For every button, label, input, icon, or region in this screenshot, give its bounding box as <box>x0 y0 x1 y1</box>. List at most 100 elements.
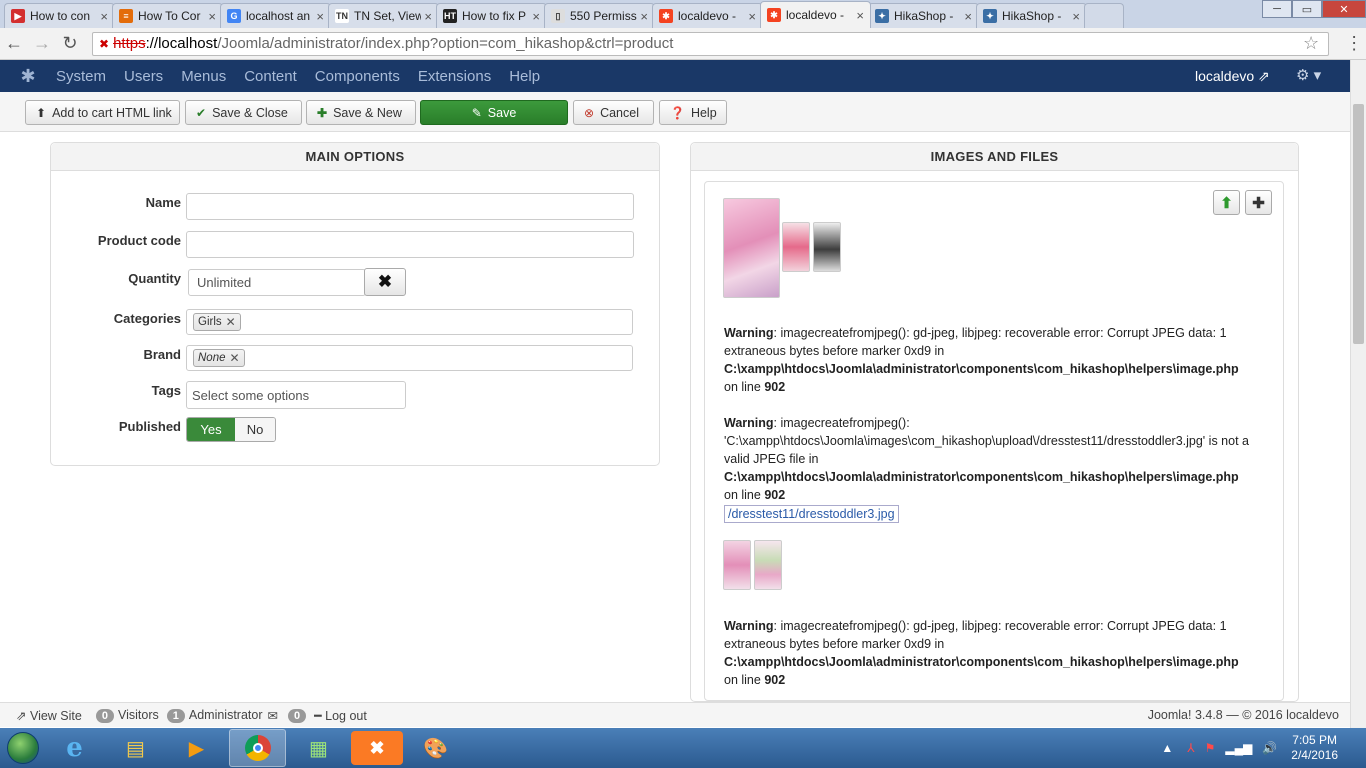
browser-tab-10[interactable]: ✦ HikaShop - × <box>976 3 1087 28</box>
brand-chip-label: None <box>198 352 226 364</box>
start-button[interactable] <box>0 729 46 767</box>
minimize-button[interactable]: ─ <box>1262 0 1292 18</box>
categories-field[interactable]: Girls ✕ <box>186 309 633 335</box>
flag-icon[interactable]: ⚑ <box>1205 741 1216 755</box>
browser-tab-6[interactable]: ▯ 550 Permiss × <box>544 3 655 28</box>
browser-tab-4[interactable]: TN TN Set, View, Ch× <box>328 3 439 28</box>
browser-tab-title: localdevo - <box>786 8 845 22</box>
back-icon[interactable]: ← <box>0 33 28 54</box>
remove-category-icon[interactable]: ✕ <box>226 315 236 329</box>
cancel-button[interactable]: ⊗ Cancel <box>573 100 654 125</box>
admin-indicator[interactable]: 1 Administrator <box>166 708 263 723</box>
file-thumbnail-2[interactable] <box>754 540 782 590</box>
file-explorer-icon[interactable]: ▤ <box>107 729 164 767</box>
remove-brand-icon[interactable]: ✕ <box>230 351 240 365</box>
brand-field[interactable]: None ✕ <box>186 345 633 371</box>
close-tab-icon[interactable]: × <box>208 9 216 24</box>
nav-extensions[interactable]: Extensions <box>418 68 491 85</box>
nav-help[interactable]: Help <box>509 68 540 85</box>
product-code-field[interactable] <box>186 231 634 258</box>
nav-menus[interactable]: Menus <box>181 68 226 85</box>
close-tab-icon[interactable]: × <box>1072 9 1080 24</box>
chrome-menu-icon[interactable]: ⋮ <box>1345 33 1363 54</box>
maximize-button[interactable]: ▭ <box>1292 0 1322 18</box>
show-hidden-icons[interactable]: ▲ <box>1161 741 1173 755</box>
window-controls: ─ ▭ ✕ <box>1262 0 1366 18</box>
close-tab-icon[interactable]: × <box>532 9 540 24</box>
upload-icon: ⬆ <box>36 105 47 120</box>
scrollbar-thumb[interactable] <box>1353 104 1364 344</box>
product-image-dress-pink[interactable] <box>723 198 780 298</box>
youtube-favicon-icon: ▶ <box>11 9 25 23</box>
brand-label: Brand <box>143 347 181 362</box>
product-image-dress-black[interactable] <box>813 222 841 272</box>
close-tab-icon[interactable]: × <box>748 9 756 24</box>
xampp-icon[interactable]: ✖ <box>351 731 403 765</box>
internet-explorer-icon[interactable]: e <box>46 729 103 767</box>
nav-components[interactable]: Components <box>315 68 400 85</box>
view-site-link[interactable]: ⇗ View Site <box>16 708 82 723</box>
media-player-icon[interactable]: ▶ <box>168 729 225 767</box>
published-no-button[interactable]: No <box>235 418 275 441</box>
browser-tab-2[interactable]: ≡ How To Cor × <box>112 3 223 28</box>
browser-tab-3[interactable]: Glocalhost an × <box>220 3 331 28</box>
help-button[interactable]: ❓ Help <box>659 100 727 125</box>
close-window-button[interactable]: ✕ <box>1322 0 1366 18</box>
tags-field[interactable]: Select some options <box>186 381 406 409</box>
bookmark-star-icon[interactable]: ☆ <box>1303 33 1319 54</box>
browser-tab-9[interactable]: ✦ HikaShop - × <box>868 3 979 28</box>
warning-line-text: on line <box>724 488 765 502</box>
product-code-label: Product code <box>97 233 181 248</box>
tn-favicon-icon: TN <box>335 9 349 23</box>
close-tab-icon[interactable]: × <box>424 9 432 24</box>
gear-icon[interactable]: ⚙ ▾ <box>1296 66 1321 84</box>
quantity-label: Quantity <box>128 271 181 286</box>
product-image-dress-red[interactable] <box>782 222 810 272</box>
edit-icon: ✎ <box>471 105 482 120</box>
close-tab-icon[interactable]: × <box>640 9 648 24</box>
clock[interactable]: 7:05 PM 2/4/2016 <box>1291 733 1338 763</box>
save-new-button[interactable]: ✚ Save & New <box>306 100 416 125</box>
new-tab-button[interactable] <box>1084 3 1124 28</box>
joomla-logo-icon[interactable]: ✱ <box>0 66 56 87</box>
network-icon[interactable]: ▂▄▆ <box>1225 741 1252 755</box>
main-options-panel: MAIN OPTIONS Name Product code Quantity … <box>50 142 660 466</box>
visitors-indicator[interactable]: 0 Visitors <box>95 708 159 723</box>
paint-icon[interactable]: 🎨 <box>407 729 464 767</box>
nav-content[interactable]: Content <box>244 68 297 85</box>
file-thumbnail-1[interactable] <box>723 540 751 590</box>
save-button[interactable]: ✎ Save <box>420 100 568 125</box>
volume-icon[interactable]: 🔊 <box>1262 741 1277 755</box>
warning-message-2: Warning: imagecreatefromjpeg(): 'C:\xamp… <box>724 414 1269 504</box>
task-manager-icon[interactable]: ▦ <box>290 729 347 767</box>
save-close-button[interactable]: ✔ Save & Close <box>185 100 302 125</box>
close-tab-icon[interactable]: × <box>100 9 108 24</box>
logout-link[interactable]: ━ Log out <box>314 708 367 723</box>
chrome-icon[interactable] <box>229 729 286 767</box>
forward-icon[interactable]: → <box>28 33 56 54</box>
browser-tab-7[interactable]: ✱ localdevo - × <box>652 3 763 28</box>
nav-users[interactable]: Users <box>124 68 163 85</box>
close-tab-icon[interactable]: × <box>856 8 864 23</box>
close-tab-icon[interactable]: × <box>964 9 972 24</box>
name-field[interactable] <box>186 193 634 220</box>
nav-system[interactable]: System <box>56 68 106 85</box>
page-scrollbar[interactable] <box>1350 60 1366 728</box>
messages-indicator[interactable]: 0 <box>288 708 310 723</box>
reload-icon[interactable]: ↻ <box>56 33 84 54</box>
browser-tab-1[interactable]: ▶ How to con × <box>4 3 115 28</box>
add-to-cart-html-link-button[interactable]: ⬆ Add to cart HTML link <box>25 100 180 125</box>
file-link[interactable]: /dresstest11/dresstoddler3.jpg <box>724 505 899 523</box>
browser-tab-5[interactable]: HT How to fix P × <box>436 3 547 28</box>
browser-tab-8[interactable]: ✱ localdevo - × <box>760 1 871 28</box>
adobe-icon[interactable]: ⅄ <box>1187 741 1194 755</box>
upload-image-button[interactable]: ⬆ <box>1213 190 1240 215</box>
site-name-link[interactable]: localdevo ⇗ <box>1195 68 1270 85</box>
add-image-button[interactable]: ✚ <box>1245 190 1272 215</box>
close-tab-icon[interactable]: × <box>316 9 324 24</box>
url-input[interactable]: ✖ https://localhost/Joomla/administrator… <box>92 31 1329 56</box>
document-favicon-icon: ▯ <box>551 9 565 23</box>
quantity-field[interactable]: Unlimited <box>188 269 366 296</box>
published-yes-button[interactable]: Yes <box>187 418 235 441</box>
quantity-clear-button[interactable]: ✖ <box>364 268 406 296</box>
